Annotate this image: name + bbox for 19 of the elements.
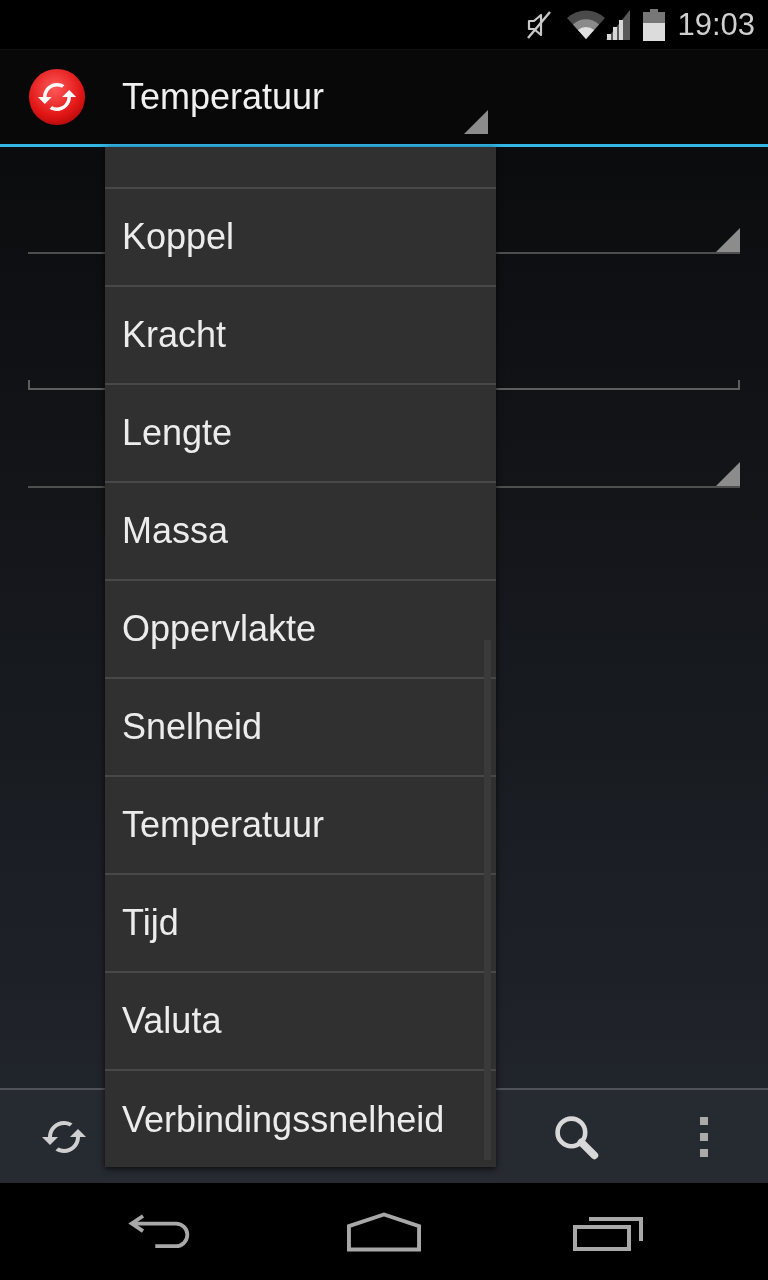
search-icon[interactable] <box>553 1113 599 1160</box>
overflow-menu-icon[interactable] <box>698 1116 710 1157</box>
dropdown-item[interactable]: Lengte <box>105 385 496 483</box>
dropdown-item[interactable]: Kracht <box>105 287 496 385</box>
wifi-icon <box>566 9 607 40</box>
signal-strength-icon <box>606 9 631 40</box>
status-time: 19:03 <box>677 6 755 43</box>
dropdown-item[interactable]: Massa <box>105 483 496 581</box>
dropdown-triangle-icon <box>464 110 488 134</box>
refresh-icon[interactable] <box>42 1120 86 1153</box>
dropdown-item[interactable]: Verbindingssnelheid <box>105 1071 496 1167</box>
muted-speaker-icon <box>526 9 553 40</box>
dropdown-triangle-icon <box>716 462 740 486</box>
dropdown-item[interactable]: Koppel <box>105 189 496 287</box>
battery-icon <box>643 8 666 41</box>
home-icon[interactable] <box>347 1211 421 1252</box>
app-logo-icon[interactable] <box>28 68 86 126</box>
dropdown-triangle-icon <box>716 228 740 252</box>
category-spinner[interactable]: Temperatuur <box>122 50 488 144</box>
